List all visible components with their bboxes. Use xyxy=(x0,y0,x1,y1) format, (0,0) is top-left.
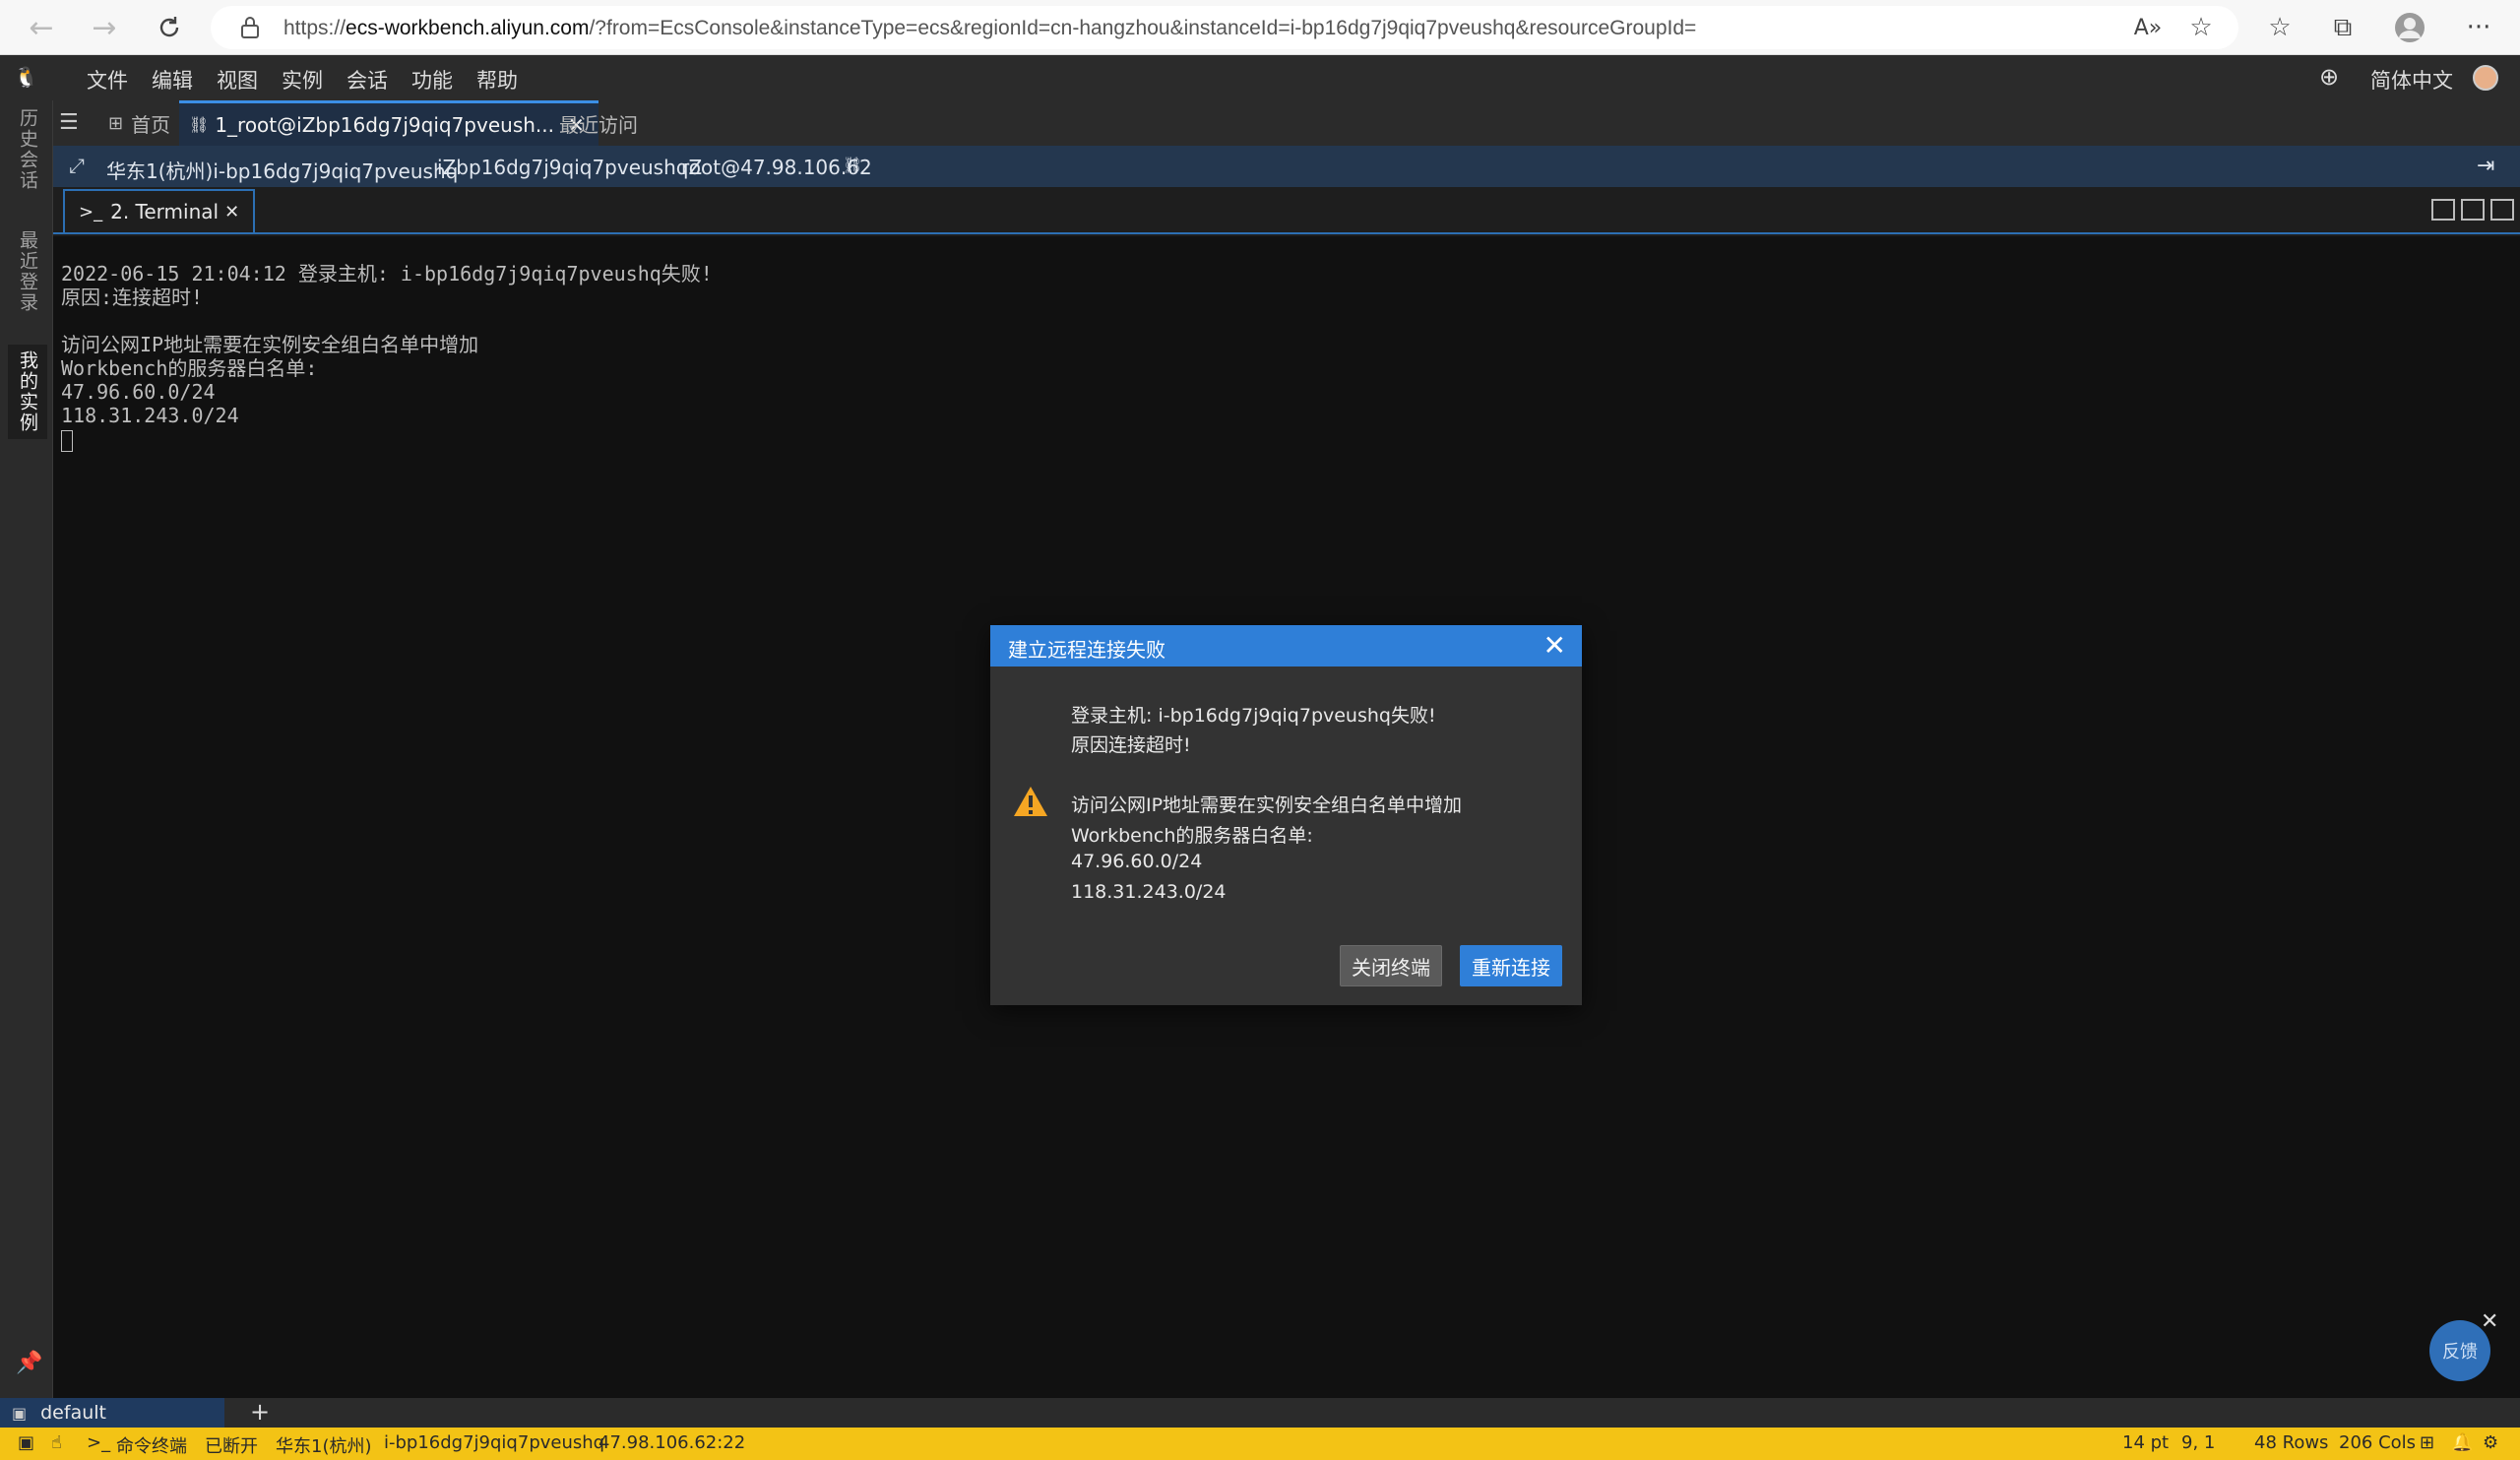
menu-features[interactable]: 功能 xyxy=(411,65,453,95)
status-address: 47.98.106.62:22 xyxy=(598,1432,746,1453)
menu-session[interactable]: 会话 xyxy=(346,65,388,95)
menu-edit[interactable]: 编辑 xyxy=(152,65,193,95)
rail-history-sessions[interactable]: 历史会话 xyxy=(14,108,41,191)
menu-help[interactable]: 帮助 xyxy=(476,65,518,95)
menu-bar: 🐧 文件 编辑 视图 实例 会话 功能 帮助 ⊕ 简体中文 xyxy=(0,55,2520,100)
address-bar[interactable]: https://ecs-workbench.aliyun.com/?from=E… xyxy=(211,6,2238,49)
terminal-prompt-icon: >_ xyxy=(79,201,103,222)
session-bar: ▣ default + xyxy=(0,1398,2520,1428)
browser-toolbar: ← → https://ecs-workbench.aliyun.com/?fr… xyxy=(0,0,2520,55)
more-options-icon[interactable]: ··· xyxy=(2461,10,2496,45)
menu-instance[interactable]: 实例 xyxy=(282,65,323,95)
split-vertical-icon[interactable] xyxy=(2461,199,2485,221)
tab-home[interactable]: ⊞ 首页 xyxy=(98,100,180,146)
terminal-line: 访问公网IP地址需要在实例安全组白名单中增加 xyxy=(61,333,479,356)
tab-session[interactable]: ⛓ 1_root@iZbp16dg7j9qiq7pveush... ✕ xyxy=(179,100,598,146)
add-circle-icon[interactable]: ⊕ xyxy=(2319,63,2339,91)
tab-recent[interactable]: 最近访问 xyxy=(549,100,648,146)
dialog-message-line: 47.96.60.0/24 xyxy=(1071,851,1203,872)
terminal-line: 2022-06-15 21:04:12 登录主机: i-bp16dg7j9qiq… xyxy=(61,262,713,286)
dialog-header: 建立远程连接失败 ✕ xyxy=(990,625,1582,667)
connection-failed-dialog: 建立远程连接失败 ✕ 登录主机: i-bp16dg7j9qiq7pveushq失… xyxy=(990,625,1582,1005)
close-icon[interactable]: ✕ xyxy=(1544,629,1566,662)
instance-info-bar: ⤢ 华东1(杭州)i-bp16dg7j9qiq7pveushq iZbp16dg… xyxy=(53,146,2520,187)
region-instance-label: 华东1(杭州)i-bp16dg7j9qiq7pveushq xyxy=(106,159,459,183)
refresh-icon[interactable] xyxy=(150,8,189,47)
rail-recent-logins[interactable]: 最近登录 xyxy=(14,230,41,313)
status-cols: 206 Cols xyxy=(2339,1432,2417,1453)
fullscreen-icon[interactable]: ⤢ xyxy=(69,154,85,177)
warning-icon xyxy=(1012,785,1049,822)
status-rows: 48 Rows xyxy=(2254,1432,2329,1453)
read-aloud-icon[interactable]: A» xyxy=(2130,10,2166,45)
dialog-title: 建立远程连接失败 xyxy=(1008,638,1166,662)
split-horizontal-icon[interactable] xyxy=(2490,199,2514,221)
copy-icon[interactable]: ▣ xyxy=(18,1432,34,1453)
terminal-line: 原因:连接超时! xyxy=(61,286,204,309)
user-avatar[interactable] xyxy=(2473,65,2498,91)
link-icon: ⛓ xyxy=(189,115,210,134)
tab-close-icon[interactable]: ✕ xyxy=(224,202,239,222)
link-icon: ⛓ xyxy=(843,156,863,174)
status-font-size[interactable]: 14 pt xyxy=(2122,1432,2169,1453)
terminal-cursor xyxy=(61,429,73,452)
pin-icon[interactable]: 📌 xyxy=(16,1351,42,1375)
favorites-icon[interactable]: ☆ xyxy=(2262,10,2298,45)
collections-icon[interactable]: ⧉ xyxy=(2325,10,2361,45)
add-session-button[interactable]: + xyxy=(250,1398,270,1426)
close-terminal-button[interactable]: 关闭终端 xyxy=(1340,945,1442,986)
terminal-line: 118.31.243.0/24 xyxy=(61,404,239,427)
grid-icon: ⊞ xyxy=(108,112,124,134)
hostname-label: iZbp16dg7j9qiq7pveushqZ xyxy=(437,156,703,179)
terminal-prompt-icon: >_ xyxy=(87,1432,111,1453)
add-pane-icon[interactable] xyxy=(2431,199,2455,221)
status-connection: 已断开 xyxy=(205,1436,258,1457)
bell-icon[interactable]: 🔔 xyxy=(2451,1432,2473,1453)
menu-view[interactable]: 视图 xyxy=(217,65,258,95)
rail-my-instances[interactable]: 我的实例 xyxy=(8,345,47,439)
forward-icon[interactable]: → xyxy=(85,8,124,47)
layout-icon[interactable]: ⊞ xyxy=(2420,1432,2434,1453)
status-region: 华东1(杭州) xyxy=(276,1436,372,1457)
terminal-output: 2022-06-15 21:04:12 登录主机: i-bp16dg7j9qiq… xyxy=(61,262,713,452)
status-terminal: 命令终端 xyxy=(116,1436,187,1457)
lock-icon xyxy=(240,16,260,43)
pointer-icon[interactable]: ☝ xyxy=(51,1432,62,1453)
terminal-icon: ▣ xyxy=(12,1403,28,1423)
exit-icon[interactable]: ⇥ xyxy=(2477,154,2494,178)
dialog-message-line: 访问公网IP地址需要在实例安全组白名单中增加 xyxy=(1071,794,1463,816)
status-instance: i-bp16dg7j9qiq7pveushq xyxy=(384,1432,605,1453)
url-text: https://ecs-workbench.aliyun.com/?from=E… xyxy=(284,17,1697,39)
terminal-line: 47.96.60.0/24 xyxy=(61,380,216,404)
dialog-message-line: 118.31.243.0/24 xyxy=(1071,881,1227,903)
tab-terminal[interactable]: >_ 2. Terminal ✕ xyxy=(63,189,256,232)
dialog-message-line: 登录主机: i-bp16dg7j9qiq7pveushq失败! xyxy=(1071,705,1436,727)
linux-penguin-icon: 🐧 xyxy=(14,65,38,89)
dialog-message-line: 原因连接超时! xyxy=(1071,734,1191,756)
session-tab-default[interactable]: ▣ default xyxy=(0,1398,224,1428)
profile-icon[interactable] xyxy=(2392,10,2427,45)
status-bar: ▣ ☝ >_ 命令终端 已断开 华东1(杭州) i-bp16dg7j9qiq7p… xyxy=(0,1428,2520,1460)
terminal-line: Workbench的服务器白名单: xyxy=(61,356,318,380)
tab-strip: ☰ ⊞ 首页 ⛓ 1_root@iZbp16dg7j9qiq7pveush...… xyxy=(53,100,2520,146)
settings-icon[interactable]: ⚙ xyxy=(2483,1432,2498,1453)
activity-rail: 历史会话 最近登录 我的实例 📌 xyxy=(0,100,53,1398)
favorite-add-icon[interactable]: ☆ xyxy=(2183,10,2219,45)
menu-file[interactable]: 文件 xyxy=(87,65,128,95)
dialog-message-line: Workbench的服务器白名单: xyxy=(1071,825,1313,847)
menu-toggle-icon[interactable]: ☰ xyxy=(59,110,79,135)
close-icon[interactable]: ✕ xyxy=(2481,1309,2498,1334)
terminal-tab-bar: >_ 2. Terminal ✕ xyxy=(53,187,2520,234)
language-selector[interactable]: 简体中文 xyxy=(2370,65,2453,95)
back-icon[interactable]: ← xyxy=(22,8,61,47)
reconnect-button[interactable]: 重新连接 xyxy=(1460,945,1562,986)
status-cursor-position: 9, 1 xyxy=(2181,1432,2216,1453)
